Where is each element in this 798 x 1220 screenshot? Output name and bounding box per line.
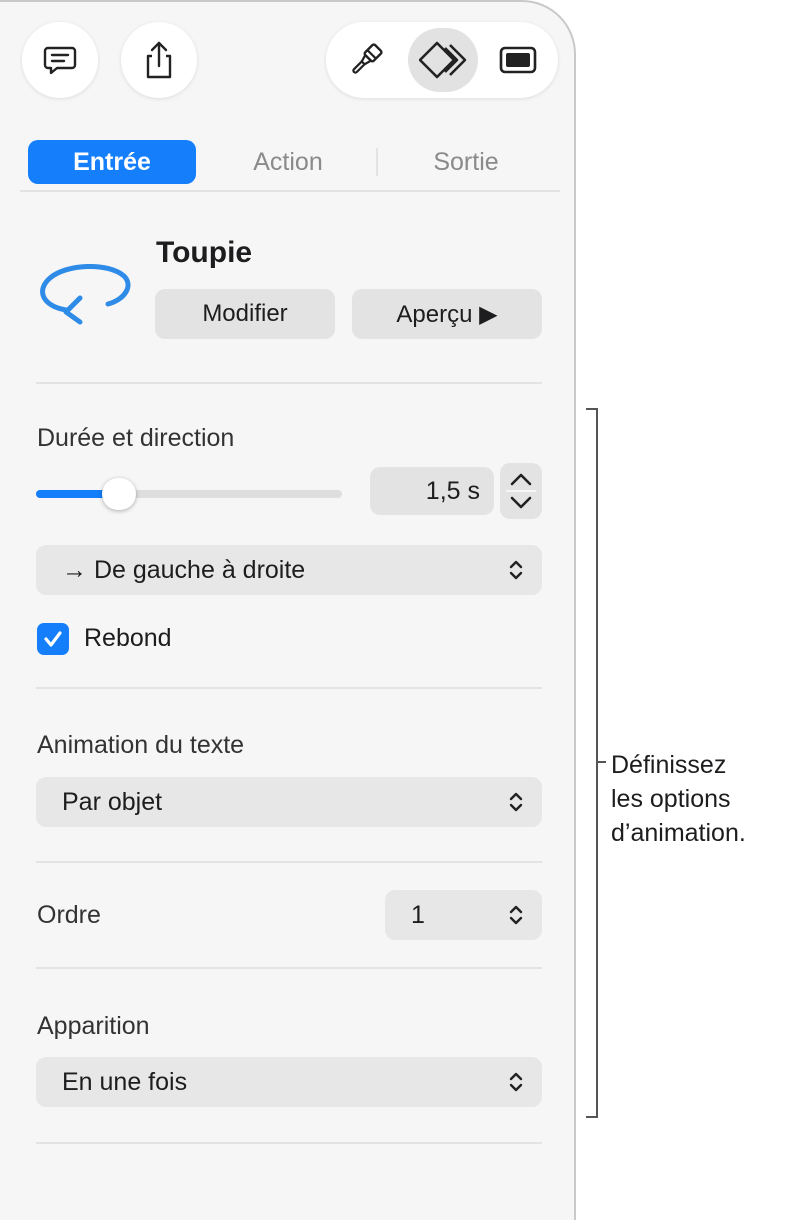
preview-button[interactable]: Aperçu ▶ (352, 289, 542, 339)
divider (36, 1142, 542, 1144)
updown-chevron-icon (509, 1072, 523, 1092)
divider (36, 967, 542, 969)
chevron-up-icon[interactable] (509, 469, 533, 489)
comment-icon (43, 46, 77, 75)
order-value: 1 (411, 900, 425, 929)
appearance-select[interactable]: En une fois (36, 1057, 542, 1107)
tab-entree[interactable]: Entrée (28, 140, 196, 184)
text-animation-value: Par objet (62, 787, 163, 816)
modify-button[interactable]: Modifier (155, 289, 335, 339)
format-brush-icon (352, 43, 383, 74)
callout-line: Définissez (611, 751, 727, 779)
tab-sortie[interactable]: Sortie (386, 140, 546, 184)
callout-bracket (586, 408, 598, 1118)
divider (36, 687, 542, 689)
share-button[interactable] (121, 22, 197, 98)
format-button[interactable] (334, 28, 398, 92)
stepper-separator (506, 490, 536, 492)
checkmark-icon (44, 631, 62, 647)
comment-button[interactable] (22, 22, 98, 98)
appearance-value: En une fois (62, 1067, 188, 1096)
text-animation-label: Animation du texte (37, 731, 245, 759)
appearance-label: Apparition (37, 1012, 150, 1040)
duration-field[interactable]: 1,5 s (370, 467, 494, 515)
inspector-panel: Entrée Action Sortie Toupie Modifier Ape… (0, 0, 576, 1220)
text-animation-select[interactable]: Par objet (36, 777, 542, 827)
callout-bracket-tick (596, 761, 606, 763)
direction-value: → De gauche à droite (62, 555, 306, 584)
divider (36, 382, 542, 384)
inspector-segmented-control (326, 22, 558, 98)
spin-arrow-icon (40, 264, 131, 325)
animation-tabs: Entrée Action Sortie (20, 140, 560, 192)
updown-chevron-icon (509, 792, 523, 812)
duration-slider-thumb[interactable] (101, 478, 136, 510)
callout-line: les options (611, 785, 731, 813)
chevron-down-icon[interactable] (509, 493, 533, 513)
share-icon (146, 41, 172, 79)
bounce-label: Rebond (84, 624, 172, 652)
order-label: Ordre (37, 901, 101, 929)
updown-chevron-icon (509, 560, 523, 580)
duration-direction-label: Durée et direction (37, 424, 235, 452)
callout-line: d’animation. (611, 819, 746, 847)
direction-select[interactable]: → De gauche à droite (36, 545, 542, 595)
document-icon (499, 46, 537, 74)
callout-text: Définissez les options d’animation. (611, 748, 746, 850)
duration-slider[interactable] (36, 478, 342, 510)
order-select[interactable]: 1 (385, 890, 542, 940)
document-button[interactable] (486, 28, 550, 92)
tab-separator (376, 148, 378, 176)
divider (36, 861, 542, 863)
bounce-checkbox[interactable] (37, 623, 69, 655)
duration-stepper[interactable] (500, 463, 542, 519)
animate-button[interactable] (408, 28, 478, 92)
updown-chevron-icon (509, 905, 523, 925)
animate-icon (419, 41, 467, 79)
tab-action[interactable]: Action (208, 140, 368, 184)
effect-name: Toupie (156, 236, 253, 269)
